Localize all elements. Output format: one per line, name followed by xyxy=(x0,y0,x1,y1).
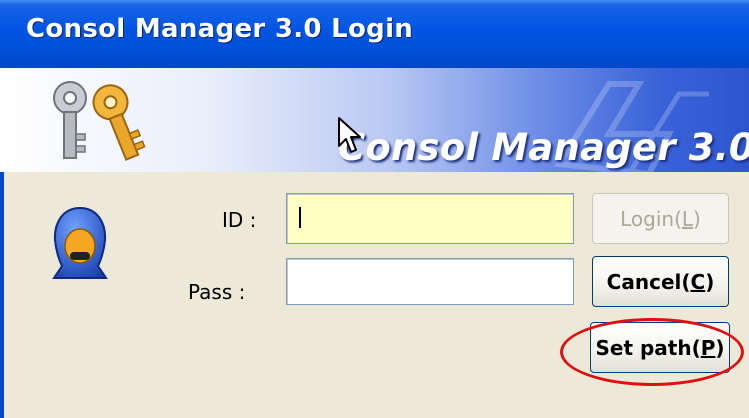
window-left-border xyxy=(0,172,4,418)
set-path-mnemonic: P xyxy=(700,335,716,360)
cancel-button[interactable]: Cancel(C) xyxy=(592,256,729,307)
id-label: ID : xyxy=(222,208,257,232)
user-avatar-icon xyxy=(52,206,108,279)
set-path-button-tail: ) xyxy=(715,335,725,360)
id-input[interactable] xyxy=(286,193,574,244)
banner-title: Consol Manager 3.0 xyxy=(338,126,749,169)
login-window: Consol Manager 3.0 Login Consol Manager … xyxy=(0,0,749,418)
login-button-tail: ) xyxy=(693,206,701,231)
title-bar[interactable]: Consol Manager 3.0 Login xyxy=(0,0,749,68)
window-title: Consol Manager 3.0 Login xyxy=(26,14,414,44)
set-path-button-label: Set path( xyxy=(595,335,701,360)
password-input[interactable] xyxy=(286,258,574,305)
cancel-button-label: Cancel( xyxy=(606,269,691,294)
login-button-label: Login( xyxy=(620,206,682,231)
set-path-button[interactable]: Set path(P) xyxy=(590,322,730,373)
login-mnemonic: L xyxy=(681,206,694,231)
mouse-cursor-icon xyxy=(338,117,361,153)
cancel-mnemonic: C xyxy=(690,269,706,294)
text-caret xyxy=(299,207,301,228)
cancel-button-tail: ) xyxy=(705,269,715,294)
keys-icon xyxy=(53,81,146,161)
login-button[interactable]: Login(L) xyxy=(592,193,729,244)
pass-label: Pass : xyxy=(188,280,246,304)
